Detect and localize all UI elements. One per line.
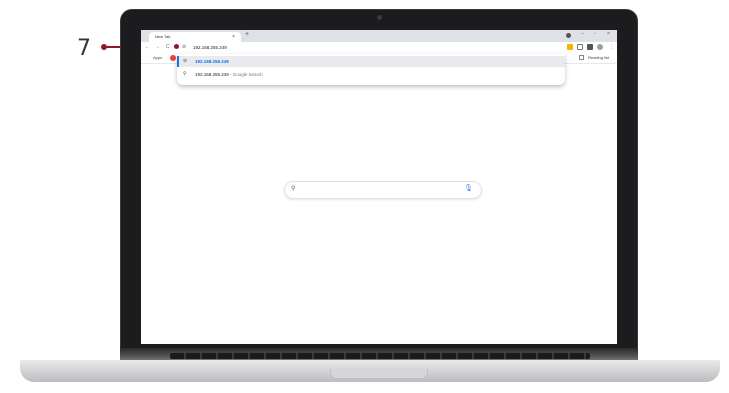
puzzle-icon[interactable] [587,44,593,50]
tab-new-tab[interactable]: New Tab × [149,32,241,42]
address-input[interactable]: 192.168.255.249 [193,45,227,50]
selection-indicator [177,56,179,67]
toolbar: ← → C ⊘ 192.168.255.249 ⋮ [141,42,617,54]
close-window-button[interactable]: × [607,31,610,37]
maximize-button[interactable]: ▫ [594,31,596,37]
globe-icon: ⊘ [183,58,188,64]
tab-strip: New Tab × + − ▫ × [141,30,617,42]
avatar-icon[interactable] [597,44,603,50]
laptop-screen: New Tab × + − ▫ × ← → C ⊘ 192.168.255.24… [141,30,617,344]
tab-close-icon[interactable]: × [232,32,235,42]
reading-list-icon [579,55,584,60]
menu-icon[interactable]: ⋮ [609,44,614,50]
forward-icon[interactable]: → [155,44,160,50]
address-bar[interactable]: ⊘ 192.168.255.249 [177,42,565,54]
camera-icon [377,15,382,20]
callout-number: 7 [77,36,91,61]
new-tab-button[interactable]: + [245,31,249,38]
reading-list-button[interactable]: Reading list [588,55,609,60]
omnibox-suggestions: ⊘ 192.168.255.249 ⚲ 192.168.255.249 - Go… [177,54,565,85]
search-icon: ⚲ [291,186,296,192]
laptop-lid: New Tab × + − ▫ × ← → C ⊘ 192.168.255.24… [120,9,638,353]
profile-icon[interactable] [566,33,571,38]
apps-bookmark[interactable]: Apps [153,55,162,60]
tab-title: New Tab [155,34,171,39]
suggestion-item[interactable]: ⊘ 192.168.255.249 [177,56,565,67]
microphone-icon[interactable]: 🎙 [464,184,473,192]
minimize-button[interactable]: − [581,31,584,37]
bookmark-icon[interactable] [170,55,176,61]
reload-icon[interactable]: C [166,44,170,50]
extension-icon[interactable] [567,44,573,50]
extension-icon[interactable] [577,44,583,50]
ntp-search-box[interactable]: ⚲ 🎙 [284,181,482,199]
suggestion-item[interactable]: ⚲ 192.168.255.249 - Google Search [177,69,565,80]
laptop-notch [330,369,428,379]
keyboard-strip [170,353,590,359]
globe-icon: ⊘ [182,44,187,50]
suggestion-query: 192.168.255.249 - Google Search [195,72,263,77]
suggestion-url: 192.168.255.249 [195,59,229,64]
back-icon[interactable]: ← [145,44,150,50]
search-icon: ⚲ [183,71,187,77]
callout-tip [174,44,179,49]
